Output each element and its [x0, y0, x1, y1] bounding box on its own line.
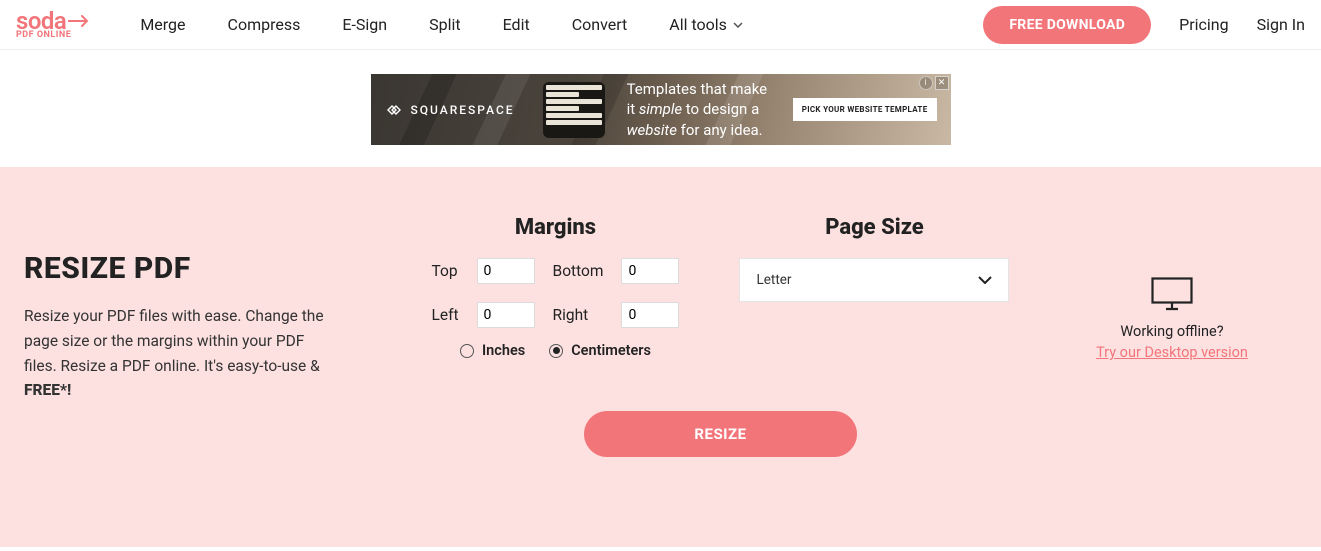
chevron-down-icon [978, 276, 992, 284]
label-bottom: Bottom [553, 262, 604, 280]
free-download-button[interactable]: FREE DOWNLOAD [983, 6, 1151, 44]
squarespace-icon [385, 101, 403, 119]
hero-controls: Margins Top Bottom Left Right Inches [404, 215, 1037, 477]
nav-compress[interactable]: Compress [228, 15, 301, 34]
nav-all-tools-label: All tools [669, 15, 727, 34]
ad-line3: website for any idea. [627, 120, 768, 140]
label-top: Top [432, 262, 459, 280]
page-size-value: Letter [756, 272, 791, 288]
monitor-icon [1151, 277, 1193, 311]
margins-grid: Top Bottom Left Right [432, 258, 680, 328]
logo-sub: PDF ONLINE [16, 31, 90, 40]
input-margin-top[interactable] [477, 258, 535, 284]
label-left: Left [432, 306, 459, 324]
ad-info-icon[interactable]: i [919, 76, 933, 90]
margins-column: Margins Top Bottom Left Right Inches [432, 215, 680, 359]
radio-icon [549, 344, 563, 358]
radio-inches[interactable]: Inches [460, 342, 525, 359]
ad-banner[interactable]: i ✕ SQUARESPACE Templates that make it s… [371, 74, 951, 145]
ad-close-icon[interactable]: ✕ [935, 76, 949, 90]
page-size-select[interactable]: Letter [739, 258, 1009, 302]
page-description: Resize your PDF files with ease. Change … [24, 304, 334, 403]
logo[interactable]: soda PDF ONLINE [16, 9, 90, 40]
label-right: Right [553, 306, 604, 324]
ad-line2: it simple to design a [627, 99, 768, 119]
hero-left: RESIZE PDF Resize your PDF files with ea… [24, 215, 394, 477]
right-nav: FREE DOWNLOAD Pricing Sign In [983, 6, 1305, 44]
page-size-column: Page Size Letter [739, 215, 1009, 359]
nav-esign[interactable]: E-Sign [342, 15, 387, 34]
input-margin-bottom[interactable] [621, 258, 679, 284]
radio-inches-label: Inches [482, 342, 525, 359]
ad-line1: Templates that make [627, 79, 768, 99]
desktop-version-link[interactable]: Try our Desktop version [1096, 344, 1248, 361]
nav-edit[interactable]: Edit [503, 15, 530, 34]
main-nav: Merge Compress E-Sign Split Edit Convert… [140, 15, 983, 34]
nav-merge[interactable]: Merge [140, 15, 185, 34]
units-row: Inches Centimeters [460, 342, 651, 359]
chevron-down-icon [733, 22, 743, 28]
radio-centimeters-label: Centimeters [571, 342, 651, 359]
hero-right: Working offline? Try our Desktop version [1047, 215, 1297, 477]
input-margin-left[interactable] [477, 302, 535, 328]
input-margin-right[interactable] [621, 302, 679, 328]
nav-pricing[interactable]: Pricing [1179, 15, 1229, 34]
offline-text: Working offline? [1120, 323, 1223, 340]
nav-signin[interactable]: Sign In [1257, 15, 1305, 34]
nav-convert[interactable]: Convert [572, 15, 628, 34]
arrow-right-icon [68, 14, 90, 28]
hero-section: RESIZE PDF Resize your PDF files with ea… [0, 167, 1321, 547]
ad-device-mockup [543, 82, 605, 138]
radio-icon [460, 344, 474, 358]
top-header: soda PDF ONLINE Merge Compress E-Sign Sp… [0, 0, 1321, 50]
ad-brand: SQUARESPACE [411, 103, 515, 117]
page-size-heading: Page Size [825, 215, 924, 240]
ad-copy: Templates that make it simple to design … [627, 79, 768, 140]
page-title: RESIZE PDF [24, 251, 394, 286]
resize-button[interactable]: RESIZE [584, 411, 856, 457]
ad-container: i ✕ SQUARESPACE Templates that make it s… [0, 50, 1321, 167]
ad-logo: SQUARESPACE [385, 101, 515, 119]
controls-row: Margins Top Bottom Left Right Inches [432, 215, 1010, 359]
ad-cta-button[interactable]: PICK YOUR WEBSITE TEMPLATE [793, 98, 937, 121]
margins-heading: Margins [515, 215, 596, 240]
radio-centimeters[interactable]: Centimeters [549, 342, 651, 359]
nav-split[interactable]: Split [429, 15, 461, 34]
nav-all-tools[interactable]: All tools [669, 15, 743, 34]
